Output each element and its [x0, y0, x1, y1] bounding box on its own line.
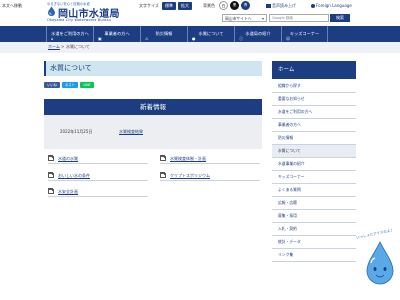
news-list: 2022年11月25日 水質検査結果: [44, 115, 262, 149]
link-water-quality[interactable]: 水道の水質: [48, 153, 148, 164]
sidebar-item-recruit[interactable]: 募集・採用: [272, 210, 356, 223]
news-heading: 新着情報: [44, 99, 262, 115]
sidebar-item-residents[interactable]: 水道をご利用の方へ: [272, 106, 356, 119]
sidebar-item-links[interactable]: リンク集: [272, 249, 356, 262]
water-drop-mascot-icon: [366, 241, 394, 285]
folder-icon: [160, 172, 166, 178]
sidebar-item-statistics[interactable]: 統計・データ: [272, 236, 356, 249]
search-button[interactable]: 検索: [330, 14, 350, 22]
nav-item-disaster[interactable]: ⚠ 防災情報: [140, 26, 187, 42]
voice-reader-link[interactable]: 音声読み上げ: [266, 3, 296, 9]
sidebar-item-bidding[interactable]: 入札・契約: [272, 223, 356, 236]
sidebar-item-business[interactable]: 事業者の方へ: [272, 119, 356, 132]
bg-color-label: 背景色: [203, 3, 215, 8]
speaker-icon: [266, 3, 271, 8]
mascot: いっしょにアイスだよ♪: [356, 228, 400, 288]
chevron-down-icon: ▾: [261, 16, 264, 21]
link-inspection-plan[interactable]: 水質検査体制・計画: [160, 153, 260, 164]
site-header: 本文へ移動 ゆるぎない安心と信頼の水道 岡山市水道局 Okayama City …: [0, 0, 400, 26]
nav-item-kids[interactable]: ☺ キッズコーナー: [281, 26, 328, 42]
sidebar-heading[interactable]: ホーム: [272, 61, 356, 79]
sidebar-item-water-quality[interactable]: 水質について: [272, 145, 356, 158]
bg-blue-button[interactable]: 青: [241, 1, 250, 10]
folder-icon: [48, 188, 54, 194]
link-tasty-water[interactable]: おいしい水の条件: [48, 170, 148, 181]
sidebar-item-faq[interactable]: よくある質問: [272, 184, 356, 197]
line-share-button[interactable]: LINE: [80, 82, 94, 88]
bg-black-button[interactable]: 黒: [230, 1, 239, 10]
facebook-like-button[interactable]: いいね: [44, 82, 60, 88]
breadcrumb-separator: >: [61, 44, 65, 49]
post-share-button[interactable]: ポスト: [62, 82, 78, 88]
font-size-standard-button[interactable]: 標準: [162, 2, 176, 10]
breadcrumb-home[interactable]: ホーム: [48, 44, 60, 50]
bg-white-button[interactable]: 白: [219, 1, 228, 10]
foreign-language-link[interactable]: Foreign Language: [311, 3, 352, 8]
globe-icon: [311, 3, 315, 8]
news-date: 2022年11月25日: [60, 129, 93, 134]
font-size-label: 文字サイズ: [139, 3, 159, 8]
site-select[interactable]: 岡山市サイトへ ▾: [222, 14, 267, 22]
sidebar-item-kids[interactable]: キッズコーナー: [272, 171, 356, 184]
skip-link[interactable]: 本文へ移動: [2, 3, 22, 9]
search-input[interactable]: Google 検索: [269, 14, 329, 22]
sidebar-item-about[interactable]: 水道事業の紹介: [272, 158, 356, 171]
water-drop-logo-icon: [48, 6, 55, 16]
nav-item-about[interactable]: ⓘ 水道局の紹介: [234, 26, 281, 42]
sidebar-item-notices[interactable]: 重要なお知らせ: [272, 93, 356, 106]
sidebar-item-pr[interactable]: 広報・広聴: [272, 197, 356, 210]
breadcrumb: ホーム > 水質について: [0, 42, 400, 53]
nav-item-residents[interactable]: ⌂ 水道をご利用の方へ: [46, 26, 93, 42]
nav-item-business[interactable]: ▣ 事業者の方へ: [93, 26, 140, 42]
folder-icon: [48, 172, 54, 178]
link-water-safety-plan[interactable]: 水安全計画: [48, 186, 148, 197]
news-title-link[interactable]: 水質検査結果: [119, 129, 143, 135]
link-cryptosporidium[interactable]: クリプトスポリジウム: [160, 170, 260, 181]
breadcrumb-current: 水質について: [66, 44, 90, 49]
site-logo[interactable]: ゆるぎない安心と信頼の水道 岡山市水道局 Okayama City Waterw…: [47, 1, 120, 25]
sidebar-item-disaster[interactable]: 防災情報: [272, 132, 356, 145]
folder-icon: [160, 155, 166, 161]
logo-name-en: Okayama City Waterworks Bureau: [47, 18, 112, 22]
font-size-large-button[interactable]: 拡大: [178, 2, 192, 10]
sidebar-item-organization[interactable]: 組織から探す: [272, 80, 356, 93]
nav-item-water-quality[interactable]: ● 水質について: [187, 26, 234, 42]
page-title: 水質について: [44, 61, 262, 76]
folder-icon: [48, 155, 54, 161]
global-nav: ⌂ 水道をご利用の方へ ▣ 事業者の方へ ⚠ 防災情報 ● 水質について ⓘ 水道局の紹介…: [0, 26, 400, 42]
